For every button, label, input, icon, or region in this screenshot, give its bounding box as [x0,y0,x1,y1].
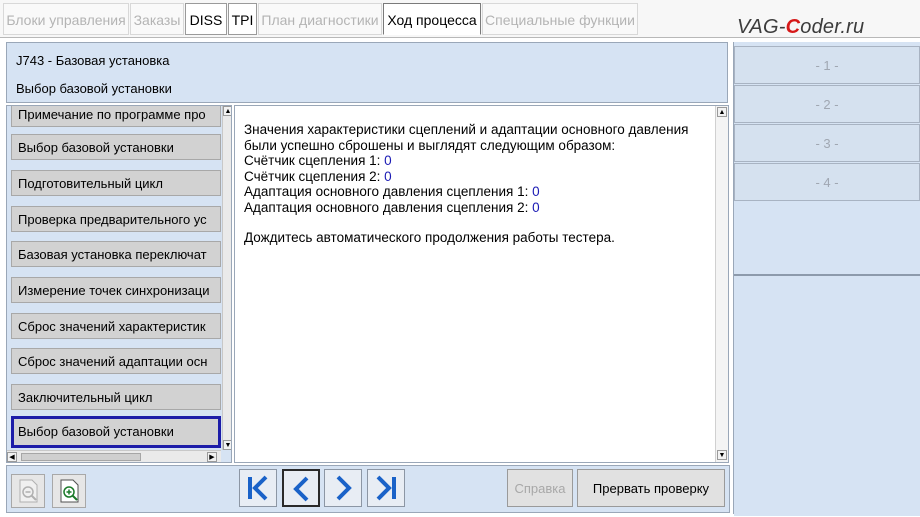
skip-to-first-icon [248,475,268,501]
zoom-out-document-icon [19,479,38,503]
value-row-label: Счётчик сцепления 2: [244,168,385,184]
message-text: Значения характеристики сцеплений и адап… [244,122,714,246]
list-item-selected[interactable]: Выбор базовой установки [11,416,221,448]
watermark-prefix: VAG- [737,16,786,38]
value-row-label: Счётчик сцепления 1: [244,153,385,168]
message-footer: Дождитесь автоматического продолжения ра… [244,230,615,245]
list-item[interactable]: Базовая установка переключат [11,241,221,267]
value-row: Счётчик сцепления 1: 0 [244,153,714,169]
tab-bar: Блоки управления Заказы DISS TPI План ди… [0,0,920,38]
chevron-right-icon [336,475,352,501]
zoom-out-document-button[interactable] [11,474,45,508]
tab-diss[interactable]: DISS [185,3,227,35]
tab-orders[interactable]: Заказы [130,3,184,35]
procedure-subtitle: Выбор базовой установки [16,81,172,96]
value-row-label: Адаптация основного давления сцепления 2… [244,199,533,215]
list-item[interactable]: Проверка предварительного ус [11,206,221,232]
diagnostic-app-window: Блоки управления Заказы DISS TPI План ди… [0,0,920,517]
scroll-left-arrow-icon[interactable]: ◀ [7,452,17,462]
vag-coder-watermark: VAG-Coder.ru [737,16,864,39]
list-vertical-scrollbar[interactable]: ▲ ▼ [222,106,231,450]
scroll-down-arrow-icon[interactable]: ▼ [717,450,727,460]
scroll-down-arrow-icon[interactable]: ▼ [223,440,231,450]
next-step-button[interactable] [324,469,362,507]
list-item[interactable]: Измерение точек синхронизаци [11,277,221,303]
help-button[interactable]: Справка [507,469,573,507]
zoom-in-document-button[interactable] [52,474,86,508]
value-row-value: 0 [384,168,392,184]
value-row: Адаптация основного давления сцепления 1… [244,184,714,200]
side-button-panel: - 1 - - 2 - - 3 - - 4 - [733,42,920,516]
watermark-accent: C [785,16,801,38]
value-row-value: 0 [384,153,392,168]
tab-tpi[interactable]: TPI [228,3,257,35]
abort-check-button[interactable]: Прервать проверку [577,469,725,507]
value-row-value: 0 [532,184,540,199]
list-item[interactable]: Подготовительный цикл [11,170,221,196]
bottom-toolbar: Справка Прервать проверку [6,465,730,513]
tab-control-units[interactable]: Блоки управления [3,3,129,35]
list-item[interactable]: Сброс значений адаптации осн [11,348,221,374]
previous-step-button[interactable] [282,469,320,507]
control-unit-title: J743 - Базовая установка [16,53,170,68]
message-intro-line-1: Значения характеристики сцеплений и адап… [244,122,689,137]
side-button-4[interactable]: - 4 - [734,163,920,201]
scroll-up-arrow-icon[interactable]: ▲ [223,106,231,116]
list-item[interactable]: Выбор базовой установки [11,134,221,160]
zoom-in-document-icon [60,479,79,503]
last-step-button[interactable] [367,469,405,507]
scroll-right-arrow-icon[interactable]: ▶ [207,452,217,462]
tab-process-progress[interactable]: Ход процесса [383,3,481,35]
watermark-suffix: oder.ru [800,16,865,38]
message-panel: Значения характеристики сцеплений и адап… [234,105,729,463]
horizontal-scroll-thumb[interactable] [21,453,141,461]
value-row: Счётчик сцепления 2: 0 [244,169,714,185]
skip-to-last-icon [376,475,396,501]
side-panel-lower-area [734,274,920,516]
message-vertical-scrollbar[interactable]: ▲ ▼ [715,106,728,462]
value-row-value: 0 [532,199,540,215]
list-item[interactable]: Заключительный цикл [11,384,221,410]
procedure-header: J743 - Базовая установка Выбор базовой у… [6,42,728,103]
first-step-button[interactable] [239,469,277,507]
scroll-up-arrow-icon[interactable]: ▲ [717,107,727,117]
list-horizontal-scrollbar[interactable]: ◀ ▶ [7,450,221,462]
value-row: Адаптация основного давления сцепления 2… [244,200,714,216]
list-item[interactable]: Сброс значений характеристик [11,313,221,339]
list-item[interactable]: Примечание по программе про [11,106,221,127]
side-button-2[interactable]: - 2 - [734,85,920,123]
tab-diagnostic-plan[interactable]: План диагностики [258,3,382,35]
side-button-1[interactable]: - 1 - [734,46,920,84]
chevron-left-icon [293,476,309,502]
side-button-3[interactable]: - 3 - [734,124,920,162]
value-row-label: Адаптация основного давления сцепления 1… [244,184,533,199]
message-intro-line-2: были успешно сброшены и выглядят следующ… [244,137,616,153]
procedure-steps-list: Примечание по программе про Выбор базово… [6,105,232,463]
tab-special-functions[interactable]: Специальные функции [482,3,638,35]
